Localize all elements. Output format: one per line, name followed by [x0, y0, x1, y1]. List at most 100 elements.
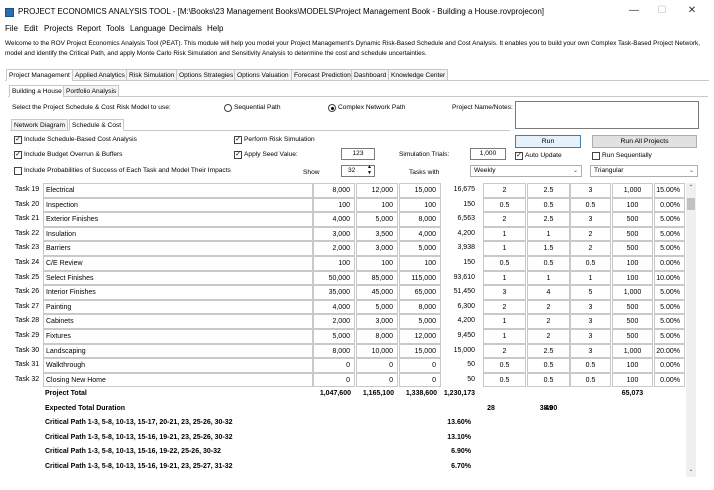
- cell-d1[interactable]: 2: [483, 299, 526, 315]
- cell-min[interactable]: 0: [313, 358, 355, 373]
- cell-d2[interactable]: 4: [527, 285, 570, 300]
- menu-help[interactable]: Help: [207, 24, 223, 33]
- cell-pct[interactable]: 0.00%: [654, 358, 685, 373]
- menu-tools[interactable]: Tools: [106, 24, 125, 33]
- scrollbar-thumb[interactable]: [687, 198, 695, 210]
- cell-likely[interactable]: 0: [356, 358, 398, 373]
- cell-d3[interactable]: 1: [570, 270, 611, 286]
- cell-d2[interactable]: 0.5: [527, 358, 570, 373]
- cell-d1[interactable]: 3: [483, 285, 526, 300]
- tab-risk-simulation[interactable]: Risk Simulation: [126, 69, 178, 81]
- cell-max[interactable]: 115,000: [399, 270, 441, 286]
- scroll-up-icon[interactable]: ⌃: [686, 184, 696, 192]
- cell-rate[interactable]: 100: [612, 256, 653, 271]
- cell-d2[interactable]: 2: [527, 329, 570, 344]
- cell-d1[interactable]: 2: [483, 343, 526, 359]
- stepper-arrows-icon[interactable]: ▲ ▼: [367, 164, 372, 176]
- cell-min[interactable]: 8,000: [313, 183, 355, 198]
- tab-portfolio-analysis[interactable]: Portfolio Analysis: [63, 85, 120, 97]
- cell-d3[interactable]: 3: [570, 212, 611, 227]
- cell-pct[interactable]: 5.00%: [654, 212, 685, 227]
- cell-d1[interactable]: 2: [483, 183, 526, 198]
- cell-d2[interactable]: 0.5: [527, 256, 570, 271]
- cell-likely[interactable]: 3,000: [356, 241, 398, 256]
- cell-name[interactable]: Inspection: [43, 197, 313, 213]
- cell-min[interactable]: 2,000: [313, 241, 355, 256]
- cell-name[interactable]: Fixtures: [43, 329, 313, 344]
- perform-risk-checkbox[interactable]: ✓: [234, 136, 242, 144]
- cell-pct[interactable]: 5.00%: [654, 329, 685, 344]
- cell-max[interactable]: 100: [399, 256, 441, 271]
- close-button[interactable]: ✕: [678, 5, 706, 19]
- simulation-trials-input[interactable]: 1,000: [470, 148, 506, 160]
- cell-pct[interactable]: 5.00%: [654, 285, 685, 300]
- cell-rate[interactable]: 1,000: [612, 183, 653, 198]
- cell-d3[interactable]: 3: [570, 314, 611, 329]
- cell-pct[interactable]: 0.00%: [654, 256, 685, 271]
- cell-d1[interactable]: 0.5: [483, 358, 526, 373]
- run-sequentially-checkbox[interactable]: [592, 152, 600, 160]
- cell-name[interactable]: Exterior Finishes: [43, 212, 313, 227]
- vertical-scrollbar[interactable]: [686, 183, 696, 477]
- include-budget-checkbox[interactable]: ✓: [14, 151, 22, 159]
- cell-d2[interactable]: 0.5: [527, 372, 570, 387]
- cell-max[interactable]: 0: [399, 372, 441, 387]
- cell-likely[interactable]: 45,000: [356, 285, 398, 300]
- cell-min[interactable]: 4,000: [313, 299, 355, 315]
- cell-name[interactable]: C/E Review: [43, 256, 313, 271]
- cell-rate[interactable]: 1,000: [612, 285, 653, 300]
- cell-name[interactable]: Landscaping: [43, 343, 313, 359]
- cell-max[interactable]: 15,000: [399, 343, 441, 359]
- cell-d3[interactable]: 0.5: [570, 197, 611, 213]
- cell-rate[interactable]: 100: [612, 372, 653, 387]
- cell-rate[interactable]: 500: [612, 212, 653, 227]
- cell-min[interactable]: 3,000: [313, 226, 355, 242]
- cell-pct[interactable]: 20.00%: [654, 343, 685, 359]
- tab-knowledge-center[interactable]: Knowledge Center: [388, 69, 449, 81]
- include-probabilities-checkbox[interactable]: [14, 167, 22, 175]
- cell-d3[interactable]: 2: [570, 226, 611, 242]
- cell-rate[interactable]: 500: [612, 299, 653, 315]
- scroll-down-icon[interactable]: ⌄: [686, 466, 696, 474]
- menu-report[interactable]: Report: [77, 24, 101, 33]
- tab-options-valuation[interactable]: Options Valuation: [234, 69, 292, 81]
- cell-d3[interactable]: 0.5: [570, 358, 611, 373]
- cell-likely[interactable]: 3,500: [356, 226, 398, 242]
- cell-d2[interactable]: 2.5: [527, 183, 570, 198]
- cell-name[interactable]: Barriers: [43, 241, 313, 256]
- cell-likely[interactable]: 85,000: [356, 270, 398, 286]
- cell-pct[interactable]: 5.00%: [654, 241, 685, 256]
- cell-pct[interactable]: 5.00%: [654, 226, 685, 242]
- cell-pct[interactable]: 0.00%: [654, 197, 685, 213]
- cell-d2[interactable]: 2.5: [527, 212, 570, 227]
- cell-d2[interactable]: 1: [527, 226, 570, 242]
- cell-d3[interactable]: 3: [570, 183, 611, 198]
- include-schedule-checkbox[interactable]: ✓: [14, 136, 22, 144]
- cell-pct[interactable]: 10.00%: [654, 270, 685, 286]
- run-button[interactable]: Run: [515, 135, 581, 148]
- cell-pct[interactable]: 15.00%: [654, 183, 685, 198]
- cell-likely[interactable]: 3,000: [356, 314, 398, 329]
- cell-max[interactable]: 8,000: [399, 299, 441, 315]
- cell-pct[interactable]: 5.00%: [654, 299, 685, 315]
- distribution-select[interactable]: Triangular ⌄: [590, 165, 698, 177]
- complex-network-path-radio[interactable]: [328, 104, 336, 112]
- cell-rate[interactable]: 500: [612, 226, 653, 242]
- cell-d1[interactable]: 1: [483, 329, 526, 344]
- cell-d3[interactable]: 0.5: [570, 372, 611, 387]
- cell-min[interactable]: 100: [313, 197, 355, 213]
- cell-min[interactable]: 5,000: [313, 329, 355, 344]
- tab-dashboard[interactable]: Dashboard: [351, 69, 390, 81]
- tab-project-management[interactable]: Project Management: [6, 69, 73, 81]
- cell-d1[interactable]: 1: [483, 226, 526, 242]
- menu-edit[interactable]: Edit: [24, 24, 38, 33]
- menu-projects[interactable]: Projects: [44, 24, 73, 33]
- cell-name[interactable]: Painting: [43, 299, 313, 315]
- cell-rate[interactable]: 1,000: [612, 343, 653, 359]
- menu-decimals[interactable]: Decimals: [169, 24, 202, 33]
- cell-name[interactable]: Insulation: [43, 226, 313, 242]
- cell-rate[interactable]: 100: [612, 358, 653, 373]
- cell-min[interactable]: 50,000: [313, 270, 355, 286]
- cell-d1[interactable]: 1: [483, 270, 526, 286]
- tab-forecast-prediction[interactable]: Forecast Prediction: [291, 69, 354, 81]
